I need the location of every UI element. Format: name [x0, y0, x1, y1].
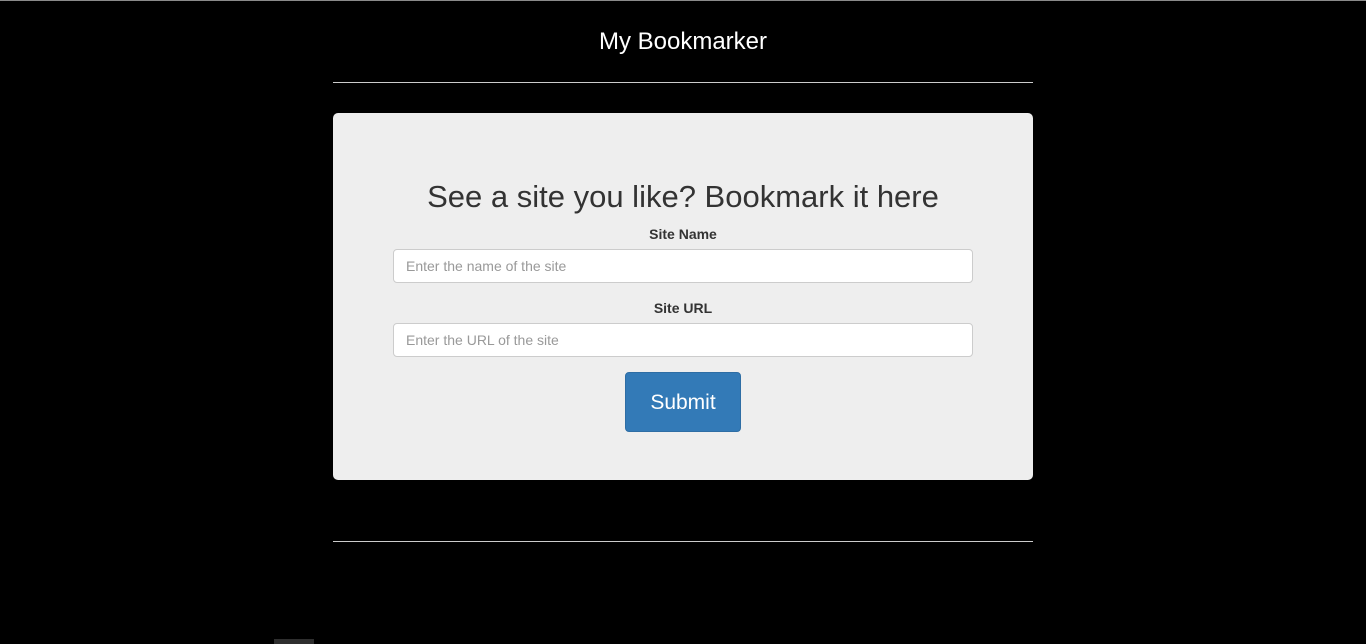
header-divider [333, 82, 1033, 83]
taskbar-fragment [274, 639, 314, 644]
page: My Bookmarker See a site you like? Bookm… [0, 0, 1366, 644]
form-heading: See a site you like? Bookmark it here [427, 179, 939, 214]
site-name-input[interactable] [393, 249, 973, 283]
site-name-label: Site Name [649, 226, 717, 242]
footer-divider [333, 541, 1033, 542]
bookmark-form-panel: See a site you like? Bookmark it here Si… [333, 113, 1033, 480]
site-url-input[interactable] [393, 323, 973, 357]
submit-button[interactable]: Submit [625, 372, 741, 432]
site-url-label: Site URL [653, 300, 713, 316]
page-title: My Bookmarker [598, 28, 768, 55]
